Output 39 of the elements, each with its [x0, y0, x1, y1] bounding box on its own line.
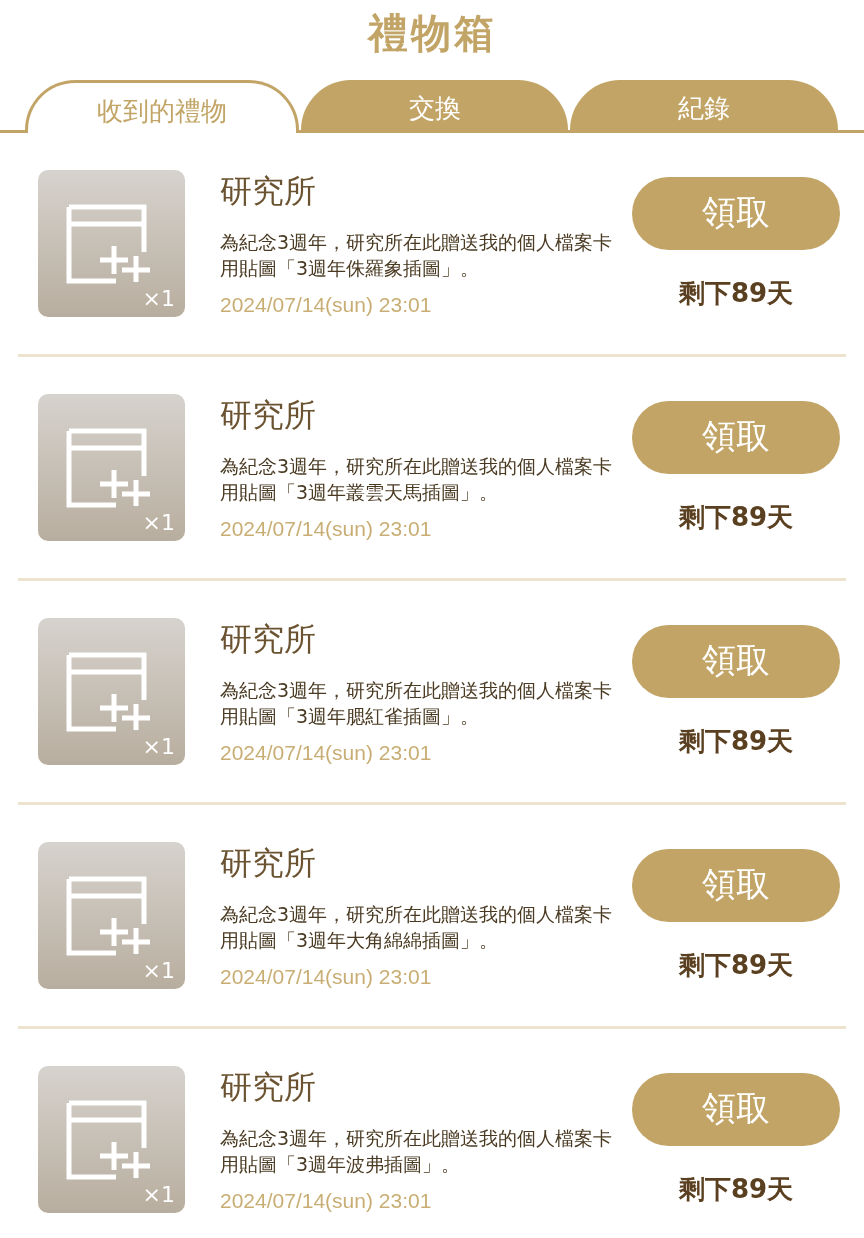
- tab[interactable]: 紀錄: [570, 80, 838, 130]
- remaining-days: 剩下89天: [678, 947, 794, 983]
- tab[interactable]: 交換: [300, 80, 569, 130]
- claim-button[interactable]: 領取: [632, 1072, 840, 1146]
- page-title: 禮物箱: [367, 9, 497, 58]
- claim-button[interactable]: 領取: [632, 848, 840, 922]
- quantity-label: ×1: [142, 510, 175, 535]
- gift-date: 2024/07/14(sun) 23:01: [220, 741, 433, 766]
- quantity-label: ×1: [142, 734, 175, 759]
- gift-date: 2024/07/14(sun) 23:01: [220, 293, 433, 318]
- gift-date: 2024/07/14(sun) 23:01: [220, 517, 433, 542]
- sender-name: 研究所: [220, 618, 317, 660]
- gift-message: 為紀念3週年，研究所在此贈送我的個人檔案卡用貼圖「3週年侏羅象插圖」。: [220, 229, 614, 281]
- sticker-add-icon: [65, 1099, 150, 1180]
- quantity-label: ×1: [142, 958, 175, 983]
- sticker-add-icon: [65, 203, 150, 284]
- gift-date: 2024/07/14(sun) 23:01: [220, 1189, 433, 1214]
- quantity-label: ×1: [142, 1182, 175, 1207]
- gift-date: 2024/07/14(sun) 23:01: [220, 965, 433, 990]
- sticker-add-icon: [65, 651, 150, 732]
- sender-name: 研究所: [220, 170, 317, 212]
- tab[interactable]: 收到的禮物: [25, 80, 299, 133]
- sticker-add-icon: [65, 427, 150, 508]
- sender-name: 研究所: [220, 1066, 317, 1108]
- remaining-days: 剩下89天: [678, 499, 794, 535]
- remaining-days: 剩下89天: [678, 1171, 794, 1207]
- quantity-label: ×1: [142, 286, 175, 311]
- claim-button[interactable]: 領取: [632, 624, 840, 698]
- claim-button[interactable]: 領取: [632, 400, 840, 474]
- sender-name: 研究所: [220, 842, 317, 884]
- sender-name: 研究所: [220, 394, 317, 436]
- remaining-days: 剩下89天: [678, 275, 794, 311]
- claim-button[interactable]: 領取: [632, 176, 840, 250]
- gift-message: 為紀念3週年，研究所在此贈送我的個人檔案卡用貼圖「3週年腮紅雀插圖」。: [220, 677, 614, 729]
- remaining-days: 剩下89天: [678, 723, 794, 759]
- sticker-add-icon: [65, 875, 150, 956]
- gift-message: 為紀念3週年，研究所在此贈送我的個人檔案卡用貼圖「3週年大角綿綿插圖」。: [220, 901, 614, 953]
- gift-message: 為紀念3週年，研究所在此贈送我的個人檔案卡用貼圖「3週年波弗插圖」。: [220, 1125, 614, 1177]
- gift-message: 為紀念3週年，研究所在此贈送我的個人檔案卡用貼圖「3週年叢雲天馬插圖」。: [220, 453, 614, 505]
